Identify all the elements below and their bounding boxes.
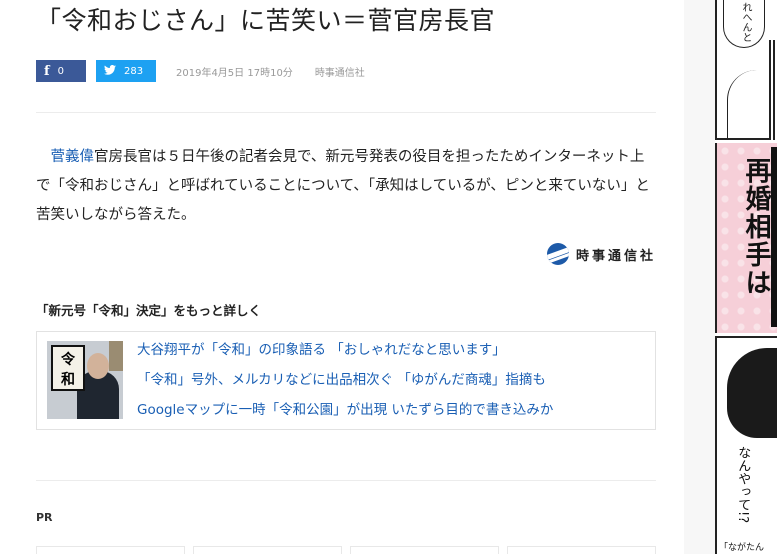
twitter-share-count: 283 [124,65,144,77]
manga-face-outline [727,70,777,140]
manga-hair [727,348,777,438]
article: 「令和おじさん」に苦笑い＝菅官房長官 f 0 283 2019年4月5日 17時… [36,0,656,524]
pr-ad-card[interactable] [350,546,499,554]
article-body-text: 官房長官は５日午後の記者会見で、新元号発表の役目を担ったためインターネット上で「… [36,149,650,223]
article-source: 時事通信社 [314,67,365,79]
related-heading[interactable]: 「新元号「令和」決定」をもっと詳しく [36,300,656,319]
page-gutter [684,0,715,554]
related-link[interactable]: 大谷翔平が「令和」の印象語る 「おしゃれだなと思います」 [137,341,553,359]
side-manga-ad[interactable]: れへんと 再婚相手は なんやって!? 「ながたん [715,0,777,554]
publish-date: 2019年4月5日 17時10分 [176,67,293,79]
flag-shape [109,341,123,371]
facebook-share-button[interactable]: f 0 [36,60,86,82]
pr-ad-card[interactable] [36,546,185,554]
pr-label: PR [36,511,53,524]
manga-fragment [771,147,777,327]
manga-caption: 「ながたん [719,543,765,553]
bubble-text: れへんと [740,2,751,42]
ad-headline: 再婚相手は [741,157,771,297]
jiji-logo-icon [546,243,569,265]
source-credit: 時事通信社 [36,242,656,266]
manga-panel: 再婚相手は [715,143,777,333]
article-title: 「令和おじさん」に苦笑い＝菅官房長官 [36,6,496,35]
divider [36,480,656,481]
article-body: 菅義偉官房長官は５日午後の記者会見で、新元号発表の役目を担ったためインターネット… [36,143,656,230]
related-link[interactable]: Googleマップに一時「令和公園」が出現 いたずら目的で書き込みか [137,401,553,419]
manga-panel: なんやって!? 「ながたん [715,336,777,554]
article-meta: f 0 283 2019年4月5日 17時10分 時事通信社 [36,60,656,82]
divider [36,112,656,113]
board-char: 和 [61,372,75,388]
related-link[interactable]: 「令和」号外、メルカリなどに出品相次ぐ 「ゆがんだ商魂」指摘も [137,371,553,389]
pr-ad-card[interactable] [507,546,656,554]
reiwa-board: 令 和 [51,345,85,391]
pr-ad-row [36,546,656,554]
speech-bubble: れへんと [723,0,765,48]
manga-panel: れへんと [715,0,777,140]
related-thumbnail[interactable]: 令 和 [47,341,123,419]
person-head [87,353,109,379]
twitter-icon [104,64,116,78]
manga-speech: なんやって!? [735,446,751,524]
pr-ad-card[interactable] [193,546,342,554]
related-links: 大谷翔平が「令和」の印象語る 「おしゃれだなと思います」 「令和」号外、メルカリ… [137,341,553,419]
credit-name: 時事通信社 [575,248,656,264]
twitter-share-button[interactable]: 283 [96,60,156,82]
related-box: 令 和 大谷翔平が「令和」の印象語る 「おしゃれだなと思います」 「令和」号外、… [36,331,656,430]
person-link[interactable]: 菅義偉 [51,149,95,165]
facebook-icon: f [44,63,50,79]
facebook-share-count: 0 [57,65,64,77]
board-char: 令 [61,352,75,368]
